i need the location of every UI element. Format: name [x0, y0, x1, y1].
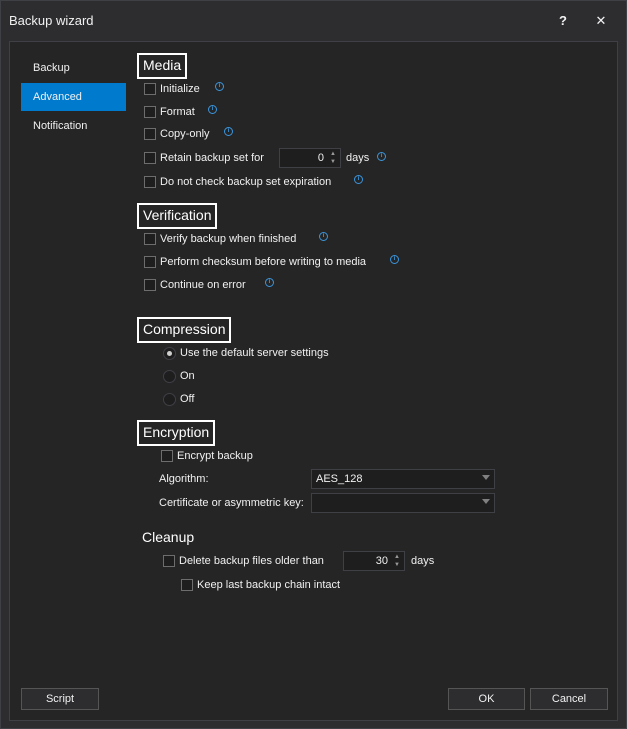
checksum-label: Perform checksum before writing to media	[160, 256, 367, 268]
format-checkbox[interactable]: Format	[144, 104, 195, 120]
checkbox-box[interactable]	[181, 579, 193, 591]
info-icon[interactable]: i	[215, 82, 224, 91]
no-check-expiration-label: Do not check backup set expiration	[160, 176, 332, 188]
checkbox-box[interactable]	[161, 450, 173, 462]
continue-on-error-label: Continue on error	[160, 279, 246, 291]
keep-chain-label: Keep last backup chain intact	[197, 579, 341, 591]
checkbox-box[interactable]	[144, 279, 156, 291]
initialize-label: Initialize	[160, 83, 200, 95]
backup-wizard-window: Backup wizard ? ✕ Backup Advanced Notifi…	[0, 0, 627, 729]
ok-button[interactable]: OK	[448, 688, 525, 710]
checkbox-box[interactable]	[163, 555, 175, 567]
compression-off-radio[interactable]: Off	[163, 391, 194, 407]
checkbox-box[interactable]	[144, 176, 156, 188]
nav-item-backup[interactable]: Backup	[21, 54, 126, 82]
encrypt-backup-checkbox[interactable]: Encrypt backup	[161, 448, 253, 464]
encrypt-backup-label: Encrypt backup	[177, 450, 253, 462]
copy-only-checkbox[interactable]: Copy-only	[144, 126, 210, 142]
nav-item-advanced[interactable]: Advanced	[21, 83, 126, 111]
certificate-select[interactable]	[311, 493, 495, 513]
encryption-heading: Encryption	[137, 420, 216, 446]
checkbox-box[interactable]	[144, 106, 156, 118]
radio-button[interactable]	[163, 392, 176, 406]
checksum-checkbox[interactable]: Perform checksum before writing to media	[144, 254, 366, 270]
info-icon[interactable]: i	[319, 232, 328, 241]
spin-arrows-icon[interactable]: ▲ ▼	[328, 150, 338, 166]
copy-only-label: Copy-only	[160, 128, 210, 140]
retain-days-stepper[interactable]: 0 ▲ ▼	[279, 148, 341, 168]
verification-heading: Verification	[137, 203, 218, 229]
keep-chain-checkbox[interactable]: Keep last backup chain intact	[181, 577, 340, 593]
info-icon[interactable]: i	[208, 105, 217, 114]
chevron-down-icon[interactable]	[482, 499, 490, 504]
checkbox-box[interactable]	[144, 83, 156, 95]
initialize-checkbox[interactable]: Initialize	[144, 81, 200, 97]
compression-default-radio[interactable]: Use the default server settings	[163, 345, 329, 361]
compression-heading: Compression	[137, 317, 232, 343]
compression-on-radio[interactable]: On	[163, 368, 195, 384]
retain-label: Retain backup set for	[160, 152, 264, 164]
cleanup-heading: Cleanup	[138, 527, 199, 553]
info-icon[interactable]: i	[390, 255, 399, 264]
spin-arrows-icon[interactable]: ▲ ▼	[392, 553, 402, 569]
retain-days-value[interactable]: 0	[318, 152, 324, 164]
media-heading: Media	[137, 53, 188, 79]
chevron-down-icon[interactable]	[482, 475, 490, 480]
nav-item-notification[interactable]: Notification	[21, 112, 126, 140]
delete-days-stepper[interactable]: 30 ▲ ▼	[343, 551, 405, 571]
info-icon[interactable]: i	[265, 278, 274, 287]
radio-button[interactable]	[163, 346, 176, 360]
algorithm-label: Algorithm:	[159, 473, 209, 485]
content-panel	[9, 41, 618, 721]
checkbox-box[interactable]	[144, 256, 156, 268]
script-button[interactable]: Script	[21, 688, 99, 710]
info-icon[interactable]: i	[354, 175, 363, 184]
retain-unit-label: days	[346, 152, 370, 164]
info-icon[interactable]: i	[224, 127, 233, 136]
checkbox-box[interactable]	[144, 152, 156, 164]
window-title: Backup wizard	[9, 13, 94, 28]
radio-button[interactable]	[163, 369, 176, 383]
checkbox-box[interactable]	[144, 128, 156, 140]
compression-off-label: Off	[180, 393, 195, 405]
format-label: Format	[160, 106, 195, 118]
cancel-button[interactable]: Cancel	[530, 688, 608, 710]
algorithm-select[interactable]: AES_128	[311, 469, 495, 489]
delete-older-checkbox[interactable]: Delete backup files older than	[163, 553, 324, 569]
title-bar: Backup wizard ? ✕	[1, 1, 626, 39]
compression-on-label: On	[180, 370, 195, 382]
delete-unit-label: days	[411, 555, 435, 567]
algorithm-value: AES_128	[316, 473, 363, 485]
retain-checkbox[interactable]: Retain backup set for	[144, 150, 264, 166]
delete-older-label: Delete backup files older than	[179, 555, 324, 567]
continue-on-error-checkbox[interactable]: Continue on error	[144, 277, 246, 293]
compression-default-label: Use the default server settings	[180, 347, 329, 359]
verify-label: Verify backup when finished	[160, 233, 297, 245]
close-icon[interactable]: ✕	[591, 11, 611, 31]
checkbox-box[interactable]	[144, 233, 156, 245]
help-icon[interactable]: ?	[553, 11, 573, 31]
delete-days-value[interactable]: 30	[376, 555, 388, 567]
certificate-label: Certificate or asymmetric key:	[159, 497, 304, 509]
no-check-expiration-checkbox[interactable]: Do not check backup set expiration	[144, 174, 331, 190]
verify-checkbox[interactable]: Verify backup when finished	[144, 231, 296, 247]
info-icon[interactable]: i	[377, 152, 386, 161]
